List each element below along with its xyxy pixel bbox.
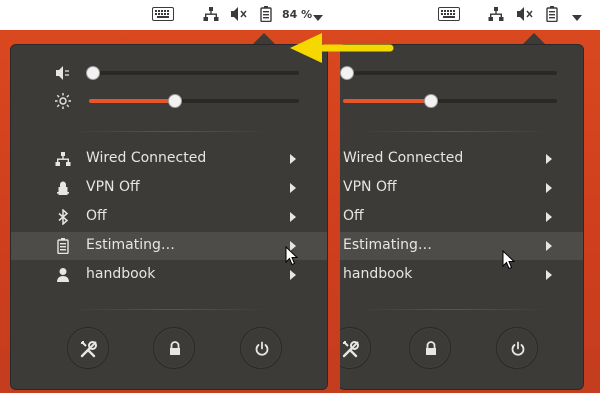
menu-item-label: Wired Connected xyxy=(343,150,464,166)
menu-item-battery[interactable]: Estimating… xyxy=(340,232,583,260)
chevron-right-icon xyxy=(546,183,552,193)
mouse-pointer-icon xyxy=(285,246,299,266)
menu-item-label: Off xyxy=(343,208,364,224)
wired-network-icon xyxy=(55,152,71,166)
chevron-down-icon[interactable] xyxy=(313,10,323,26)
volume-slider[interactable] xyxy=(86,66,299,80)
chevron-right-icon xyxy=(290,270,296,280)
chevron-right-icon xyxy=(290,212,296,222)
menu-item-label: VPN Off xyxy=(343,179,397,195)
menu-item-label: handbook xyxy=(343,266,413,282)
brightness-slider[interactable] xyxy=(89,94,299,108)
top-bar xyxy=(340,0,600,30)
brightness-slider-fill xyxy=(343,99,431,103)
power-button[interactable] xyxy=(496,327,538,369)
battery-icon[interactable] xyxy=(546,6,558,22)
settings-icon xyxy=(80,341,97,358)
lock-button[interactable] xyxy=(153,327,195,369)
menu-item-label: Wired Connected xyxy=(86,150,207,166)
chevron-right-icon xyxy=(546,241,552,251)
menu-item-label: Estimating… xyxy=(343,237,432,253)
battery-icon xyxy=(57,238,69,254)
chevron-right-icon xyxy=(290,154,296,164)
power-icon xyxy=(255,341,269,356)
menu-item-battery[interactable]: Estimating… xyxy=(11,232,327,260)
annotation-arrow-icon xyxy=(290,33,394,63)
wired-network-icon[interactable] xyxy=(203,6,219,22)
menu-item-wired[interactable]: Wired Connected xyxy=(340,145,583,173)
chevron-right-icon xyxy=(290,183,296,193)
lock-button[interactable] xyxy=(409,327,451,369)
keyboard-icon[interactable] xyxy=(152,6,174,22)
chevron-right-icon xyxy=(546,154,552,164)
separator xyxy=(359,309,549,310)
volume-slider-row xyxy=(55,65,315,81)
keyboard-icon[interactable] xyxy=(438,6,460,22)
separator xyxy=(71,131,271,132)
volume-muted-icon[interactable] xyxy=(230,6,248,22)
volume-muted-icon xyxy=(56,66,69,80)
lock-icon xyxy=(426,341,436,355)
user-icon xyxy=(57,268,69,282)
separator xyxy=(71,309,271,310)
power-button[interactable] xyxy=(240,327,282,369)
brightness-slider-fill xyxy=(89,99,176,103)
brightness-slider[interactable] xyxy=(343,94,557,108)
menu-item-label: VPN Off xyxy=(86,179,140,195)
brightness-slider-knob[interactable] xyxy=(423,94,438,108)
volume-slider-knob[interactable] xyxy=(340,66,355,80)
brightness-slider-row xyxy=(340,93,583,109)
volume-slider-knob[interactable] xyxy=(86,66,101,80)
chevron-down-icon[interactable] xyxy=(572,10,582,26)
volume-muted-icon[interactable] xyxy=(516,6,534,22)
menu-item-label: Estimating… xyxy=(86,237,175,253)
brightness-slider-knob[interactable] xyxy=(168,94,183,108)
battery-percent-label[interactable]: 84 % xyxy=(282,6,312,22)
chevron-right-icon xyxy=(546,212,552,222)
settings-button[interactable] xyxy=(67,327,109,369)
volume-slider[interactable] xyxy=(340,66,557,80)
power-icon xyxy=(511,341,525,356)
menu-item-user[interactable]: handbook xyxy=(11,261,327,289)
menu-item-vpn[interactable]: VPN Off xyxy=(11,174,327,202)
settings-icon xyxy=(342,341,359,358)
menu-item-bluetooth[interactable]: Off xyxy=(340,203,583,231)
vpn-lock-icon xyxy=(57,181,69,195)
system-menu-panel: Wired Connected VPN Off Off Estimating… … xyxy=(10,44,328,390)
wired-network-icon[interactable] xyxy=(488,6,504,22)
menu-item-user[interactable]: handbook xyxy=(340,261,583,289)
top-bar: 84 % xyxy=(0,0,340,30)
menu-item-label: Off xyxy=(86,208,107,224)
brightness-slider-row xyxy=(55,93,315,109)
settings-button[interactable] xyxy=(340,327,371,369)
system-menu-panel: Wired Connected VPN Off Off Estimating… … xyxy=(340,44,584,390)
menu-item-vpn[interactable]: VPN Off xyxy=(340,174,583,202)
brightness-icon xyxy=(55,93,71,109)
menu-item-wired[interactable]: Wired Connected xyxy=(11,145,327,173)
menu-item-label: handbook xyxy=(86,266,156,282)
battery-icon[interactable] xyxy=(260,6,272,22)
separator xyxy=(359,131,549,132)
bluetooth-icon xyxy=(58,209,69,225)
menu-item-bluetooth[interactable]: Off xyxy=(11,203,327,231)
chevron-right-icon xyxy=(546,270,552,280)
mouse-pointer-icon xyxy=(502,250,516,270)
lock-icon xyxy=(170,341,180,355)
